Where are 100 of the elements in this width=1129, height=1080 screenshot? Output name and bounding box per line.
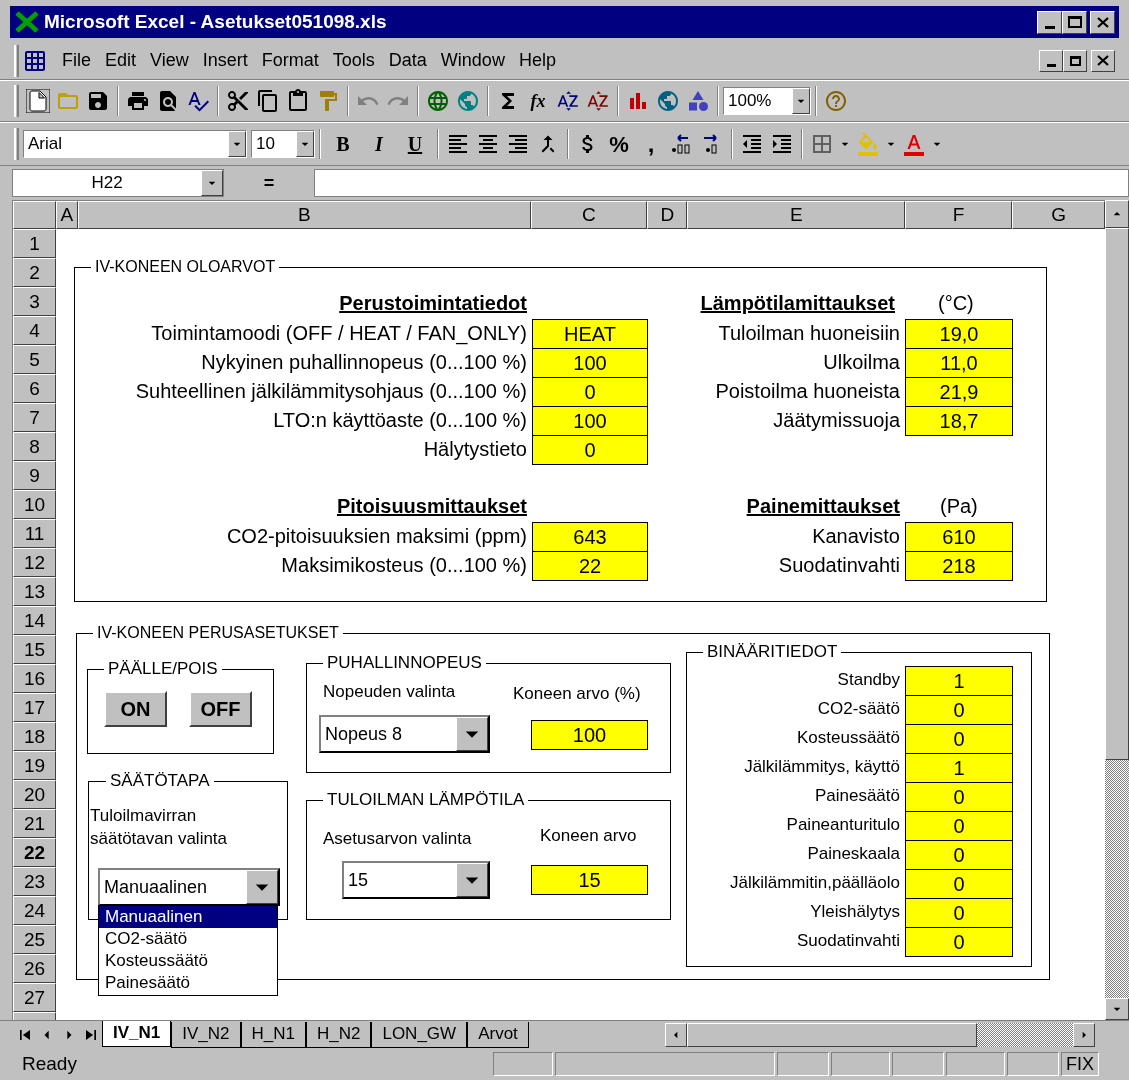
scroll-thumb[interactable] [1105,228,1129,760]
minimize-icon[interactable] [1039,49,1063,72]
row-header[interactable]: 5 [13,345,56,374]
setpoint-select[interactable]: 15 [342,861,490,899]
function-button[interactable]: fx [523,86,553,116]
restore-icon[interactable] [1063,49,1087,72]
row-header[interactable]: 14 [13,606,56,635]
scroll-left-icon[interactable] [665,1022,687,1047]
column-header[interactable]: F [905,201,1013,229]
sheet-tab[interactable]: IV_N1 [102,1020,172,1047]
row-header[interactable]: 9 [13,461,56,490]
name-box[interactable]: H22 [12,169,224,197]
scroll-up-icon[interactable] [1105,200,1129,228]
column-header[interactable]: E [687,201,906,229]
font-field[interactable]: Arial [23,130,247,158]
row-header[interactable]: 26 [13,954,56,983]
font-size-field[interactable]: 10 [251,130,315,158]
bold-button[interactable]: B [325,129,361,159]
row-header[interactable]: 18 [13,722,56,751]
toggle-button[interactable]: OFF [189,691,252,727]
row-header[interactable]: 1 [13,229,56,258]
minimize-icon[interactable] [1037,10,1062,34]
dropdown-option[interactable]: CO2-säätö [99,928,277,950]
menu-item[interactable]: File [55,47,98,74]
value-cell: 0 [532,377,648,407]
row-header[interactable]: 11 [13,519,56,548]
sheet-tab[interactable]: LON_GW [371,1021,468,1048]
menu-item[interactable]: Help [511,47,563,74]
row-header[interactable]: 4 [13,316,56,345]
formula-field[interactable] [314,169,1129,197]
menu-item[interactable]: Tools [325,47,382,74]
row-header[interactable]: 12 [13,548,56,577]
menu-item[interactable]: Window [433,47,512,74]
menu-item[interactable]: Edit [98,47,144,74]
dropdown-option[interactable]: Manuaalinen [99,906,277,928]
value-cell: 610 [905,522,1013,552]
maximize-icon[interactable] [1062,10,1087,34]
sheet-tab[interactable]: H_N1 [240,1021,306,1048]
italic-button[interactable]: I [361,129,397,159]
underline-button[interactable]: U [397,129,433,159]
column-header[interactable]: C [530,201,648,229]
field-label: Tuloilmavirran säätötavan valinta [90,805,229,850]
field-label: Asetusarvon valinta [323,828,472,850]
comma-button[interactable]: , [635,132,667,156]
menu-item[interactable]: View [143,47,196,74]
speed-select[interactable]: Nopeus 8 [319,715,490,753]
equals-button[interactable]: = [224,169,314,197]
horizontal-scrollbar[interactable] [665,1022,1095,1047]
field-label: Jälkilämmitin,päälläolo [729,872,900,894]
row-header[interactable]: 19 [13,751,56,780]
dropdown-option[interactable]: Painesäätö [99,972,277,994]
dropdown-option[interactable]: Kosteussäätö [99,950,277,972]
row-header[interactable]: 2 [13,258,56,287]
row-header[interactable]: 24 [13,896,56,925]
field-label: Paineskaala [807,843,900,865]
value-cell: 100 [531,720,648,750]
scroll-thumb[interactable] [687,1022,977,1047]
row-header[interactable]: 10 [13,490,56,519]
scroll-right-icon[interactable] [1073,1022,1095,1047]
row-header[interactable]: 13 [13,577,56,606]
row-header[interactable]: 21 [13,809,56,838]
new-file-icon[interactable] [23,86,53,116]
menu-item[interactable]: Format [254,47,326,74]
status-panel [777,1052,829,1076]
row-header[interactable]: 23 [13,867,56,896]
row-header[interactable]: 15 [13,635,56,664]
sheet-tab[interactable]: Arvot [467,1021,529,1048]
row-header[interactable]: 3 [13,287,56,316]
column-header[interactable]: A [55,201,78,229]
sheet-tab[interactable]: IV_N2 [171,1021,241,1048]
control-mode-select[interactable]: Manuaalinen [98,868,280,906]
field-label: Nopeuden valinta [323,681,456,703]
row-header[interactable]: 17 [13,693,56,722]
row-header[interactable]: 8 [13,432,56,461]
menu-item[interactable]: Data [381,47,434,74]
column-header[interactable]: B [77,201,531,229]
column-header[interactable]: D [647,201,688,229]
row-header[interactable]: 16 [13,664,56,693]
status-panel [945,1052,1006,1076]
column-header[interactable]: G [1012,201,1105,229]
scroll-down-icon[interactable] [1105,998,1129,1020]
row-header[interactable]: 25 [13,925,56,954]
row-header[interactable]: 7 [13,403,56,432]
select-all-corner[interactable] [13,201,56,229]
row-header[interactable]: 27 [13,983,56,1012]
value-cell: 100 [532,348,648,378]
row-header[interactable]: 22 [13,838,56,867]
close-icon[interactable] [1091,49,1115,72]
workbook-icon[interactable] [23,48,47,73]
zoom-field[interactable]: 100% [723,87,811,115]
value-cell: 18,7 [905,406,1013,436]
vertical-scrollbar[interactable] [1105,200,1129,1020]
percent-button[interactable]: % [603,127,635,161]
row-header[interactable]: 20 [13,780,56,809]
menu-item[interactable]: Insert [195,47,255,74]
close-icon[interactable] [1090,10,1115,34]
value-cell: 0 [905,695,1013,725]
row-header[interactable]: 6 [13,374,56,403]
toggle-button[interactable]: ON [104,691,167,727]
sheet-tab[interactable]: H_N2 [305,1021,372,1048]
